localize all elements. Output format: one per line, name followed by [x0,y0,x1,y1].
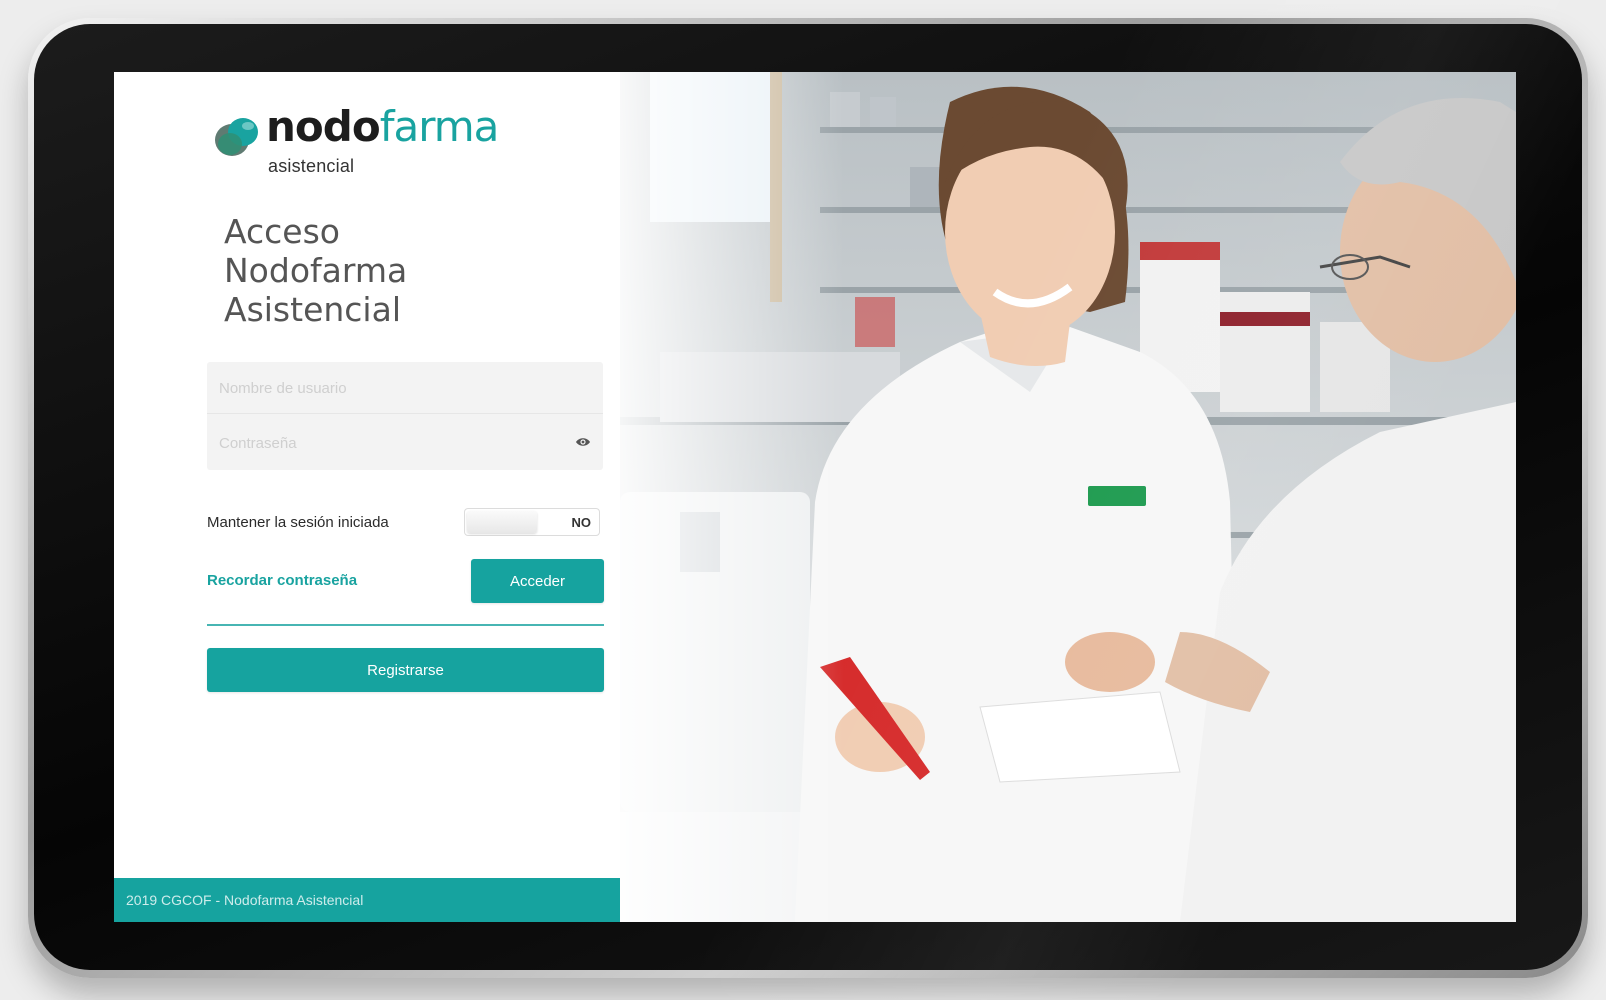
username-input[interactable] [207,364,603,414]
brand-logo: nodofarma asistencial [212,106,532,182]
logo-subtitle: asistencial [268,156,355,176]
footer-copyright: 2019 CGCOF - Nodofarma Asistencial [126,892,364,908]
page-title-line: Asistencial [224,290,401,329]
keep-session-label: Mantener la sesión iniciada [207,514,389,531]
password-input[interactable] [207,418,603,468]
page-title-line: Acceso [224,212,340,251]
logo-word-accent: farma [379,102,500,151]
hero-photo [620,72,1516,922]
credentials-group [207,362,603,470]
pharmacy-scene-illustration [620,72,1516,922]
eye-icon[interactable] [575,436,591,448]
toggle-state-text: NO [571,515,592,530]
login-button[interactable]: Acceder [471,559,604,603]
login-panel: nodofarma asistencial Acceso Nodofarma A… [114,72,621,922]
divider [207,624,604,626]
footer-bar: 2019 CGCOF - Nodofarma Asistencial [114,878,620,922]
forgot-password-link[interactable]: Recordar contraseña [207,572,357,589]
page-title-line: Nodofarma [224,251,408,290]
register-button[interactable]: Registrarse [207,648,604,692]
logo-wordmark: nodofarma [266,106,499,148]
logo-word-dark: nodo [266,102,381,151]
keep-session-toggle[interactable]: NO [464,508,600,536]
app-screen: nodofarma asistencial Acceso Nodofarma A… [114,72,1516,922]
page-title: Acceso Nodofarma Asistencial [224,212,554,329]
logo-mark-icon [215,118,258,156]
toggle-knob [467,511,537,533]
